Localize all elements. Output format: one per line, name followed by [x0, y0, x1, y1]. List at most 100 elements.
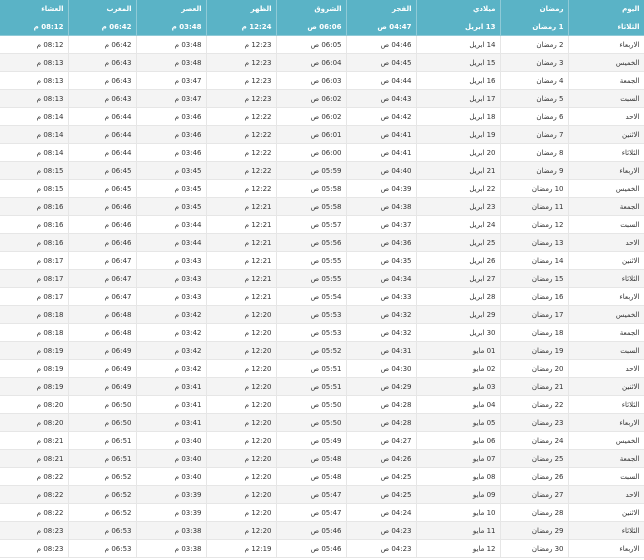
cell-gregorian-date: 19 ابريل	[416, 125, 501, 144]
cell-dhuhr: 12:20 م	[206, 521, 277, 540]
cell-maghrib: 06:45 م	[68, 179, 137, 198]
cell-shuruq: 05:48 ص	[276, 449, 347, 468]
cell-gregorian-date: 01 مايو	[416, 341, 501, 360]
cell-day: السبت	[568, 341, 644, 360]
cell-shuruq: 05:56 ص	[276, 233, 347, 252]
cell-dhuhr: 12:20 م	[206, 359, 277, 378]
cell-maghrib: 06:53 م	[68, 539, 137, 558]
cell-maghrib: 06:42 م	[68, 35, 137, 54]
cell-ramadan-date: 13 رمضان	[500, 233, 569, 252]
cell-shuruq: 05:51 ص	[276, 359, 347, 378]
cell-gregorian-date: 20 ابريل	[416, 143, 501, 162]
cell-ramadan-date: 30 رمضان	[500, 539, 569, 558]
table-row: الجمعة 18 رمضان 30 ابريل 04:32 ص 05:53 ص 12:2…	[0, 323, 644, 342]
cell-dhuhr: 12:20 م	[206, 341, 277, 360]
cell-dhuhr: 12:24 م	[206, 18, 277, 36]
cell-day: السبت	[568, 215, 644, 234]
table-row: الاحد 20 رمضان 02 مايو 04:30 ص 05:51 ص 12:20 …	[0, 359, 644, 378]
cell-gregorian-date: 25 ابريل	[416, 233, 501, 252]
cell-isha: 08:16 م	[0, 197, 69, 216]
cell-fajr: 04:26 ص	[346, 449, 417, 468]
cell-shuruq: 06:00 ص	[276, 143, 347, 162]
cell-gregorian-date: 09 مايو	[416, 485, 501, 504]
cell-maghrib: 06:43 م	[68, 71, 137, 90]
cell-maghrib: 06:51 م	[68, 449, 137, 468]
cell-fajr: 04:46 ص	[346, 35, 417, 54]
table-row: السبت 19 رمضان 01 مايو 04:31 ص 05:52 ص 12:20 …	[0, 341, 644, 360]
table-row: الاثنين 28 رمضان 10 مايو 04:24 ص 05:47 ص 12:2…	[0, 503, 644, 522]
cell-shuruq: 06:03 ص	[276, 71, 347, 90]
cell-ramadan-date: 19 رمضان	[500, 341, 569, 360]
table-body: الثلاثاء 1 رمضان 13 ابريل 04:47 ص 06:06 ص 12:…	[0, 18, 644, 558]
cell-day: الخميس	[568, 305, 644, 324]
table-row: الاربعاء 16 رمضان 28 ابريل 04:33 ص 05:54 ص 12…	[0, 287, 644, 306]
cell-shuruq: 05:54 ص	[276, 287, 347, 306]
cell-ramadan-date: 7 رمضان	[500, 125, 569, 144]
table-row: الثلاثاء 8 رمضان 20 ابريل 04:41 ص 06:00 ص 12:…	[0, 143, 644, 162]
cell-gregorian-date: 07 مايو	[416, 449, 501, 468]
cell-ramadan-date: 6 رمضان	[500, 107, 569, 126]
cell-ramadan-date: 21 رمضان	[500, 377, 569, 396]
cell-ramadan-date: 9 رمضان	[500, 161, 569, 180]
cell-maghrib: 06:46 م	[68, 197, 137, 216]
cell-isha: 08:18 م	[0, 305, 69, 324]
cell-maghrib: 06:53 م	[68, 521, 137, 540]
cell-shuruq: 06:06 ص	[276, 18, 347, 36]
cell-fajr: 04:25 ص	[346, 485, 417, 504]
cell-dhuhr: 12:22 م	[206, 143, 277, 162]
cell-isha: 08:19 م	[0, 341, 69, 360]
cell-asr: 03:47 م	[136, 71, 207, 90]
cell-dhuhr: 12:20 م	[206, 449, 277, 468]
cell-fajr: 04:34 ص	[346, 269, 417, 288]
cell-dhuhr: 12:21 م	[206, 251, 277, 270]
table-row: الاربعاء 9 رمضان 21 ابريل 04:40 ص 05:59 ص 12:…	[0, 161, 644, 180]
cell-asr: 03:48 م	[136, 35, 207, 54]
cell-gregorian-date: 08 مايو	[416, 467, 501, 486]
cell-isha: 08:21 م	[0, 431, 69, 450]
table-row-today: الثلاثاء 1 رمضان 13 ابريل 04:47 ص 06:06 ص 12:…	[0, 18, 644, 36]
cell-fajr: 04:29 ص	[346, 377, 417, 396]
cell-asr: 03:45 م	[136, 179, 207, 198]
cell-maghrib: 06:44 م	[68, 107, 137, 126]
header-maghrib: المغرب	[68, 0, 137, 18]
cell-dhuhr: 12:22 م	[206, 107, 277, 126]
cell-maghrib: 06:43 م	[68, 89, 137, 108]
cell-dhuhr: 12:20 م	[206, 503, 277, 522]
cell-day: الثلاثاء	[568, 18, 644, 36]
cell-isha: 08:22 م	[0, 485, 69, 504]
cell-fajr: 04:42 ص	[346, 107, 417, 126]
table-row: الخميس 17 رمضان 29 ابريل 04:32 ص 05:53 ص 12:2…	[0, 305, 644, 324]
cell-asr: 03:42 م	[136, 359, 207, 378]
cell-fajr: 04:31 ص	[346, 341, 417, 360]
cell-isha: 08:12 م	[0, 35, 69, 54]
cell-fajr: 04:25 ص	[346, 467, 417, 486]
cell-ramadan-date: 22 رمضان	[500, 395, 569, 414]
cell-maghrib: 06:44 م	[68, 125, 137, 144]
cell-maghrib: 06:51 م	[68, 431, 137, 450]
table-row: الاربعاء 23 رمضان 05 مايو 04:28 ص 05:50 ص 12:…	[0, 413, 644, 432]
cell-ramadan-date: 18 رمضان	[500, 323, 569, 342]
cell-maghrib: 06:52 م	[68, 503, 137, 522]
cell-gregorian-date: 24 ابريل	[416, 215, 501, 234]
cell-ramadan-date: 24 رمضان	[500, 431, 569, 450]
table-row: الاحد 6 رمضان 18 ابريل 04:42 ص 06:02 ص 12:22 …	[0, 107, 644, 126]
cell-gregorian-date: 26 ابريل	[416, 251, 501, 270]
cell-dhuhr: 12:20 م	[206, 323, 277, 342]
cell-isha: 08:19 م	[0, 377, 69, 396]
cell-fajr: 04:28 ص	[346, 395, 417, 414]
table-row: الاثنين 14 رمضان 26 ابريل 04:35 ص 05:55 ص 12:…	[0, 251, 644, 270]
cell-gregorian-date: 21 ابريل	[416, 161, 501, 180]
cell-maghrib: 06:47 م	[68, 269, 137, 288]
header-fajr: الفجر	[346, 0, 417, 18]
cell-shuruq: 05:48 ص	[276, 467, 347, 486]
cell-isha: 08:17 م	[0, 287, 69, 306]
cell-day: الاثنين	[568, 125, 644, 144]
cell-isha: 08:22 م	[0, 503, 69, 522]
cell-ramadan-date: 16 رمضان	[500, 287, 569, 306]
cell-day: الثلاثاء	[568, 521, 644, 540]
cell-shuruq: 05:59 ص	[276, 161, 347, 180]
cell-shuruq: 05:53 ص	[276, 305, 347, 324]
cell-asr: 03:42 م	[136, 341, 207, 360]
table-row: الثلاثاء 29 رمضان 11 مايو 04:23 ص 05:46 ص 12:…	[0, 521, 644, 540]
table-row: الخميس 10 رمضان 22 ابريل 04:39 ص 05:58 ص 12:2…	[0, 179, 644, 198]
